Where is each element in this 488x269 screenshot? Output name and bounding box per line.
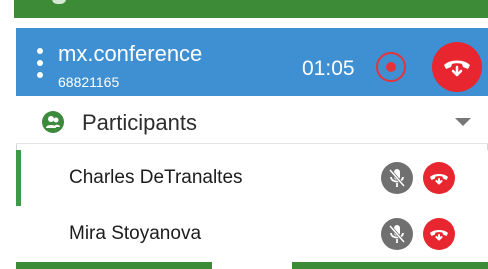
record-icon bbox=[386, 62, 396, 72]
hangup-button[interactable] bbox=[432, 42, 482, 92]
participant-name: Charles DeTranaltes bbox=[69, 167, 243, 188]
hangup-icon bbox=[430, 174, 448, 185]
kebab-menu-icon[interactable] bbox=[36, 48, 44, 78]
participant-row: Mira Stoyanova bbox=[16, 206, 488, 262]
participant-name: Mira Stoyanova bbox=[69, 223, 202, 244]
chevron-down-icon[interactable] bbox=[455, 118, 471, 126]
top-status-bar bbox=[0, 0, 488, 18]
top-bar-indicator bbox=[52, 0, 66, 4]
participants-toggle[interactable]: Participants bbox=[16, 96, 488, 144]
conference-name: mx.conference bbox=[58, 41, 203, 66]
hangup-icon bbox=[430, 230, 448, 241]
group-icon bbox=[42, 111, 64, 133]
conference-widget: mx.conference 68821165 01:05 Participant… bbox=[0, 0, 488, 269]
mic-off-icon bbox=[388, 169, 406, 187]
mute-participant-button[interactable] bbox=[381, 218, 413, 250]
hangup-icon bbox=[444, 60, 470, 77]
call-timer: 01:05 bbox=[302, 57, 355, 80]
call-header: mx.conference 68821165 01:05 bbox=[16, 28, 488, 96]
participant-row: Charles DeTranaltes bbox=[16, 150, 488, 206]
bottom-bar-gap bbox=[212, 262, 292, 269]
record-button[interactable] bbox=[376, 52, 406, 82]
conference-number: 68821165 bbox=[58, 74, 120, 90]
disconnect-participant-button[interactable] bbox=[423, 162, 455, 194]
disconnect-participant-button[interactable] bbox=[423, 218, 455, 250]
mute-participant-button[interactable] bbox=[381, 162, 413, 194]
bottom-status-bar bbox=[16, 262, 488, 269]
participants-label: Participants bbox=[82, 110, 197, 135]
mic-off-icon bbox=[388, 225, 406, 243]
top-bar-gap bbox=[0, 0, 14, 18]
